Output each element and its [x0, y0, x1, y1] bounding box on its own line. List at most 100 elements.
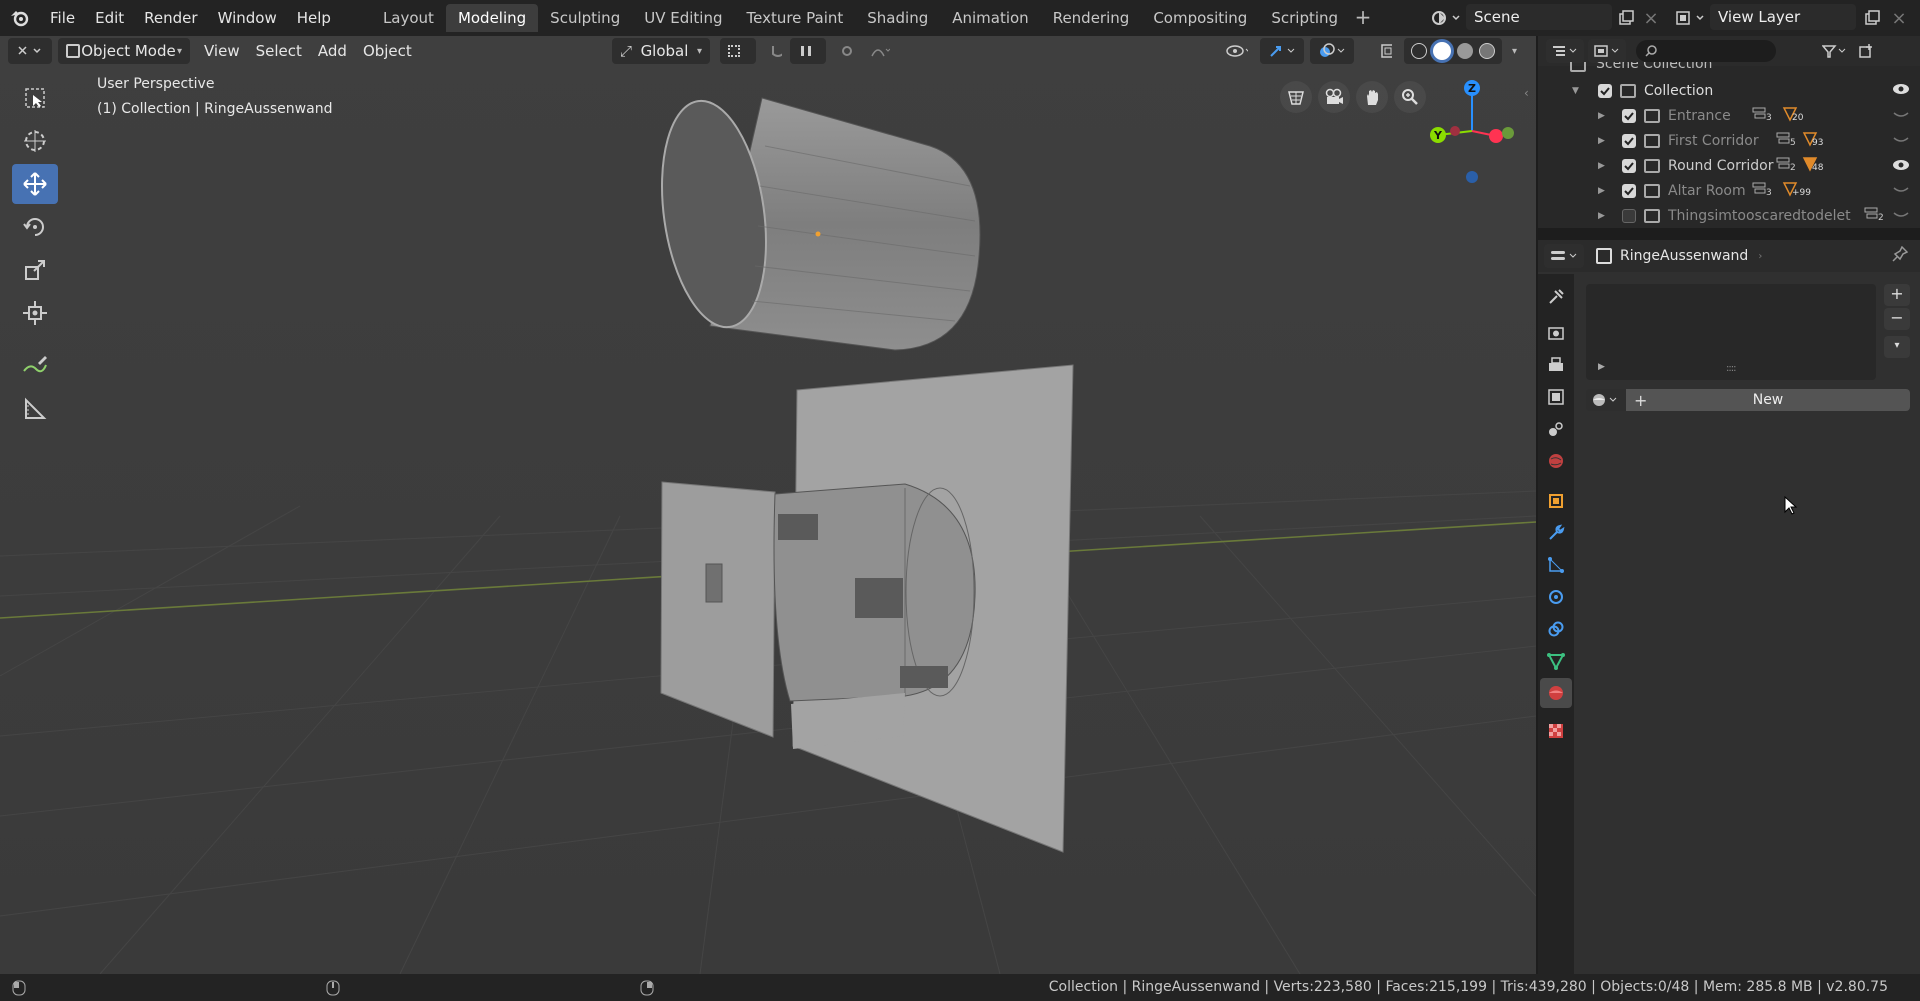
- object-data-tab-icon[interactable]: [1540, 646, 1572, 676]
- tab-modeling[interactable]: Modeling: [445, 4, 539, 32]
- material-tab-icon[interactable]: [1540, 678, 1572, 708]
- menu-add[interactable]: Add: [310, 38, 355, 64]
- camera-view-icon[interactable]: [1318, 81, 1350, 113]
- menu-select[interactable]: Select: [248, 38, 310, 64]
- expand-arrow-icon[interactable]: ▶: [1598, 362, 1605, 372]
- tab-compositing[interactable]: Compositing: [1141, 4, 1259, 32]
- tab-layout[interactable]: Layout: [371, 4, 446, 32]
- falloff-icon[interactable]: [862, 38, 898, 64]
- particles-tab-icon[interactable]: [1540, 550, 1572, 580]
- outliner-row-scene-collection[interactable]: Scene Collection: [1538, 62, 1920, 78]
- scene-name-field[interactable]: Scene: [1466, 4, 1612, 30]
- tab-animation[interactable]: Animation: [940, 4, 1040, 32]
- expand-arrow-icon[interactable]: ▶: [1598, 111, 1605, 121]
- gizmo-toggle-icon[interactable]: [1260, 38, 1304, 64]
- left-wall-plane[interactable]: [660, 481, 776, 738]
- texture-tab-icon[interactable]: [1540, 716, 1572, 746]
- cursor-tool-icon[interactable]: [12, 121, 58, 161]
- move-tool-icon[interactable]: [12, 164, 58, 204]
- view-layer-field[interactable]: View Layer: [1710, 4, 1856, 30]
- overlay-toggle-icon[interactable]: [1310, 38, 1354, 64]
- output-tab-icon[interactable]: [1540, 350, 1572, 380]
- eye-icon[interactable]: [1892, 134, 1910, 150]
- menu-help[interactable]: Help: [287, 5, 341, 31]
- tab-sculpting[interactable]: Sculpting: [538, 4, 632, 32]
- outliner-editor-type-icon[interactable]: [1546, 39, 1584, 63]
- eye-icon[interactable]: [1892, 83, 1910, 99]
- menu-render[interactable]: Render: [134, 5, 207, 31]
- resize-grip-icon[interactable]: ::::: [1726, 363, 1737, 374]
- new-collection-icon[interactable]: [1854, 40, 1878, 62]
- exclude-checkbox[interactable]: [1598, 83, 1612, 98]
- expand-arrow-icon[interactable]: ▶: [1598, 211, 1605, 221]
- transform-orientation-selector[interactable]: ⤢ Global ▾: [612, 38, 710, 64]
- outliner-row[interactable]: ▶ Thingsimtooscaredtodelet 2: [1538, 203, 1920, 228]
- solid-shading-icon[interactable]: [1433, 42, 1451, 60]
- pin-icon[interactable]: [1892, 245, 1909, 266]
- expand-arrow-icon[interactable]: ▶: [1598, 136, 1605, 146]
- filter-icon[interactable]: [1820, 40, 1850, 62]
- exclude-checkbox[interactable]: [1622, 158, 1636, 173]
- visibility-icon[interactable]: [1218, 38, 1256, 64]
- eye-icon[interactable]: [1892, 159, 1910, 175]
- physics-tab-icon[interactable]: [1540, 582, 1572, 612]
- wireframe-shading-icon[interactable]: [1411, 43, 1427, 59]
- annotate-tool-icon[interactable]: [12, 346, 58, 386]
- exclude-checkbox[interactable]: [1622, 133, 1636, 148]
- add-workspace-icon[interactable]: +: [1350, 5, 1376, 31]
- material-shading-icon[interactable]: [1457, 43, 1473, 59]
- outliner-row[interactable]: ▶ First Corridor 5 93: [1538, 128, 1920, 153]
- material-slot-list[interactable]: ▶ ::::: [1586, 284, 1876, 380]
- toggle-camera-perspective-icon[interactable]: [1280, 81, 1312, 113]
- outliner-row-collection[interactable]: ▼ Collection: [1538, 78, 1920, 103]
- shading-options-chevron-icon[interactable]: ▾: [1504, 38, 1526, 64]
- menu-view[interactable]: View: [196, 38, 248, 64]
- tab-rendering[interactable]: Rendering: [1041, 4, 1142, 32]
- navigation-gizmo[interactable]: Z Y: [1420, 76, 1520, 186]
- tab-uv-editing[interactable]: UV Editing: [632, 4, 734, 32]
- expand-arrow-icon[interactable]: ▼: [1572, 86, 1579, 96]
- menu-file[interactable]: File: [40, 5, 85, 31]
- menu-window[interactable]: Window: [208, 5, 287, 31]
- material-specials-chevron-icon[interactable]: ▾: [1884, 336, 1910, 358]
- menu-edit[interactable]: Edit: [85, 5, 134, 31]
- tab-texture-paint[interactable]: Texture Paint: [734, 4, 855, 32]
- view-layer-browse-icon[interactable]: [1672, 6, 1708, 30]
- delete-scene-icon[interactable]: ×: [1640, 6, 1662, 30]
- mode-selector[interactable]: Object Mode ▾: [58, 38, 190, 64]
- tab-shading[interactable]: Shading: [855, 4, 940, 32]
- outliner-row[interactable]: ▶ Entrance 3 20: [1538, 103, 1920, 128]
- editor-type-icon[interactable]: [8, 38, 52, 64]
- modifier-tab-icon[interactable]: [1540, 518, 1572, 548]
- 3d-viewport[interactable]: Object Mode ▾ View Select Add Object ⤢ G…: [0, 36, 1536, 974]
- display-mode-icon[interactable]: [1588, 39, 1626, 63]
- pan-view-hand-icon[interactable]: [1356, 81, 1388, 113]
- new-view-layer-icon[interactable]: [1860, 6, 1884, 30]
- proportional-edit-icon[interactable]: [834, 38, 862, 64]
- exclude-checkbox[interactable]: [1622, 108, 1636, 123]
- transform-tool-icon[interactable]: [12, 293, 58, 333]
- add-material-slot-icon[interactable]: +: [1884, 284, 1910, 306]
- rotate-tool-icon[interactable]: [12, 207, 58, 247]
- tab-scripting[interactable]: Scripting: [1259, 4, 1350, 32]
- measure-tool-icon[interactable]: [12, 389, 58, 429]
- new-material-button[interactable]: + New: [1626, 389, 1910, 411]
- new-scene-icon[interactable]: [1614, 6, 1638, 30]
- exclude-checkbox[interactable]: [1622, 208, 1636, 223]
- menu-object[interactable]: Object: [355, 38, 420, 64]
- xray-toggle-icon[interactable]: [1372, 38, 1400, 64]
- world-tab-icon[interactable]: [1540, 446, 1572, 476]
- outliner-search-input[interactable]: [1636, 40, 1776, 62]
- object-tab-icon[interactable]: [1540, 486, 1572, 516]
- view-layer-tab-icon[interactable]: [1540, 382, 1572, 412]
- snap-target-icon[interactable]: [790, 38, 826, 64]
- sidebar-toggle-chevron-icon[interactable]: ‹: [1524, 86, 1529, 100]
- remove-material-slot-icon[interactable]: −: [1884, 308, 1910, 330]
- eye-icon[interactable]: [1892, 109, 1910, 125]
- scene-tab-icon[interactable]: [1540, 414, 1572, 444]
- outliner-row[interactable]: ▶ Round Corridor 2 48: [1538, 153, 1920, 178]
- expand-arrow-icon[interactable]: ▶: [1598, 186, 1605, 196]
- eye-icon[interactable]: [1892, 209, 1910, 225]
- exclude-checkbox[interactable]: [1622, 183, 1636, 198]
- scale-tool-icon[interactable]: [12, 250, 58, 290]
